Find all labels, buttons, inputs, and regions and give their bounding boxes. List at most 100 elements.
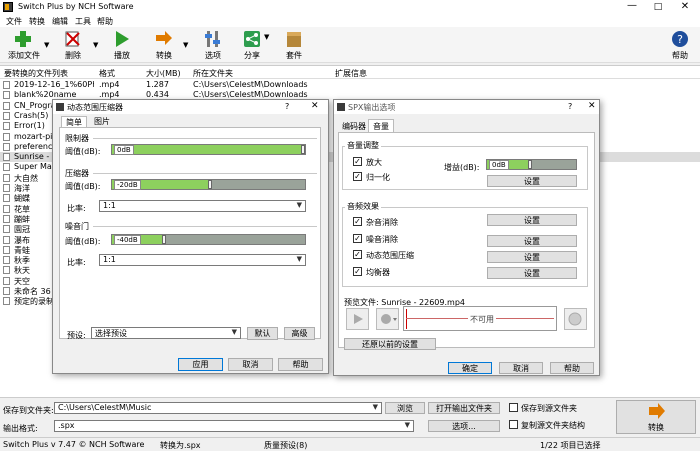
default-button[interactable]: 默认 [247, 327, 278, 340]
output-format-label: 输出格式: [3, 424, 38, 433]
convert-icon [155, 30, 173, 48]
hiss-removal-settings-button[interactable]: 设置 [487, 214, 577, 226]
add-files-button[interactable]: 添加文件 [2, 29, 46, 61]
apply-button[interactable]: 应用 [178, 358, 223, 371]
status-quality: 质量预设(8) [264, 441, 308, 450]
options-button[interactable]: 选项 [197, 29, 229, 61]
volume-settings-button[interactable]: 设置 [487, 175, 577, 187]
normalize-checkbox[interactable]: ✓ [353, 172, 362, 181]
add-files-dropdown[interactable]: ▼ [44, 41, 49, 49]
spx-dialog-icon [337, 103, 345, 111]
open-output-folder-button[interactable]: 打开输出文件夹 [428, 402, 500, 414]
slider-knob[interactable] [301, 145, 305, 154]
convert-button[interactable]: 转换 [616, 400, 696, 434]
slider-knob[interactable] [208, 180, 213, 189]
delete-dropdown[interactable]: ▼ [93, 41, 98, 49]
suite-button[interactable]: 套件 [278, 29, 310, 61]
drc-cancel-button[interactable]: 取消 [228, 358, 273, 371]
restore-settings-button[interactable]: 还原以前的设置 [344, 338, 436, 350]
status-version: Switch Plus v 7.47 © NCH Software [3, 440, 145, 449]
file-icon [3, 91, 10, 100]
spx-tab-volume[interactable]: 音量 [368, 119, 394, 132]
play-button[interactable]: 播放 [106, 29, 138, 61]
chevron-down-icon: ▼ [231, 328, 237, 336]
noise-removal-checkbox[interactable]: ✓ [353, 234, 362, 243]
noise-removal-settings-button[interactable]: 设置 [487, 235, 577, 247]
preview-stop-button[interactable] [564, 308, 587, 330]
slider-knob[interactable] [162, 235, 167, 244]
menu-file[interactable]: 文件 [6, 16, 22, 27]
hiss-removal-checkbox[interactable]: ✓ [353, 217, 362, 226]
spx-tab-encoder[interactable]: 编码器 [341, 121, 367, 132]
keep-source-folder-checkbox[interactable] [509, 403, 518, 412]
spx-help-button[interactable]: 帮助 [550, 362, 594, 374]
amplify-checkbox[interactable]: ✓ [353, 157, 362, 166]
column-header-name[interactable]: 要转换的文件列表 [4, 68, 94, 79]
equalizer-settings-button[interactable]: 设置 [487, 267, 577, 279]
preset-select[interactable]: 选择预设 ▼ [91, 327, 241, 339]
save-folder-input[interactable]: C:\Users\CelestM\Music ▼ [54, 402, 382, 414]
menu-convert[interactable]: 转换 [29, 16, 45, 27]
spx-dialog-close-icon[interactable]: ✕ [588, 101, 596, 111]
spx-dialog-help-icon[interactable]: ? [568, 102, 572, 111]
noise-removal-label: 噪音消除 [366, 235, 398, 244]
cell-format: .mp4 [99, 80, 120, 89]
hiss-removal-label: 杂音消除 [366, 218, 398, 227]
file-icon [3, 225, 10, 234]
column-header-folder[interactable]: 所在文件夹 [193, 68, 323, 79]
options-icon [204, 30, 222, 48]
spx-dialog-title-bar: SPX输出选项 ? ✕ [334, 100, 599, 114]
drc-settings-button[interactable]: 设置 [487, 251, 577, 263]
help-toolbar-button[interactable]: ? 帮助 [664, 29, 696, 61]
convert-dropdown[interactable]: ▼ [183, 41, 188, 49]
compressor-threshold-slider[interactable]: -20dB [111, 179, 306, 190]
preview-record-button[interactable] [376, 308, 399, 330]
share-dropdown[interactable]: ▼ [264, 33, 269, 41]
column-header-extended[interactable]: 扩展信息 [335, 68, 435, 79]
spx-ok-button[interactable]: 确定 [448, 362, 492, 374]
suite-icon [285, 30, 303, 48]
spx-cancel-button[interactable]: 取消 [499, 362, 543, 374]
drc-tab-image[interactable]: 图片 [89, 116, 115, 127]
preview-play-button[interactable] [346, 308, 369, 330]
drc-dialog-help-icon[interactable]: ? [285, 102, 289, 111]
drc-checkbox[interactable]: ✓ [353, 250, 362, 259]
output-format-select[interactable]: .spx ▼ [54, 420, 414, 432]
compressor-ratio-select[interactable]: 1:1 ▼ [99, 200, 306, 212]
column-header-size[interactable]: 大小(MB) [146, 68, 190, 79]
drc-tab-simple[interactable]: 简单 [61, 116, 87, 127]
limiter-threshold-slider[interactable]: 0dB [111, 144, 306, 155]
menu-help[interactable]: 帮助 [97, 16, 113, 27]
table-row[interactable]: 2019-12-16_1%60Phot... .mp4 1.287 C:\Users\… [0, 80, 700, 90]
minimize-button[interactable]: — [620, 0, 644, 14]
convert-toolbar-button[interactable]: 转换 [148, 29, 180, 61]
cell-name: 2019-12-16_1%60Phot... [14, 80, 94, 89]
copy-folder-structure-checkbox[interactable] [509, 420, 518, 429]
stop-icon [568, 312, 582, 326]
menu-tools[interactable]: 工具 [75, 16, 91, 27]
preview-timeline[interactable]: 不可用 [403, 306, 557, 331]
drc-dialog-close-icon[interactable]: ✕ [311, 101, 319, 111]
equalizer-checkbox[interactable]: ✓ [353, 267, 362, 276]
gain-value: 0dB [489, 160, 509, 170]
drc-dialog-title: 动态范围压缩器 [67, 103, 123, 112]
menu-edit[interactable]: 编辑 [52, 16, 68, 27]
close-button[interactable]: ✕ [672, 0, 698, 14]
gate-threshold-slider[interactable]: -40dB [111, 234, 306, 245]
gate-ratio-select[interactable]: 1:1 ▼ [99, 254, 306, 266]
compressor-threshold-label: 阈值(dB): [65, 182, 101, 191]
drc-dialog-title-bar: 动态范围压缩器 ? ✕ [53, 100, 328, 114]
slider-knob[interactable] [527, 160, 532, 169]
format-options-button[interactable]: 选项... [428, 420, 500, 432]
spx-dialog: SPX输出选项 ? ✕ 编码器 音量 音量调整 ✓ 放大 ✓ 归一化 增益(dB… [333, 99, 600, 376]
share-icon [243, 30, 261, 48]
maximize-button[interactable]: □ [646, 0, 670, 14]
advanced-button[interactable]: 高级 [284, 327, 315, 340]
toolbar: 添加文件 ▼ 删除 ▼ 播放 转换 ▼ 选项 分享 ▼ 套件 ? 帮助 [0, 27, 700, 63]
browse-button[interactable]: 浏览 [385, 402, 425, 414]
gain-slider[interactable]: 0dB [486, 159, 577, 170]
svg-text:?: ? [677, 33, 683, 46]
column-header-format[interactable]: 格式 [99, 68, 143, 79]
delete-button[interactable]: 删除 [56, 29, 90, 61]
drc-help-button[interactable]: 帮助 [278, 358, 323, 371]
